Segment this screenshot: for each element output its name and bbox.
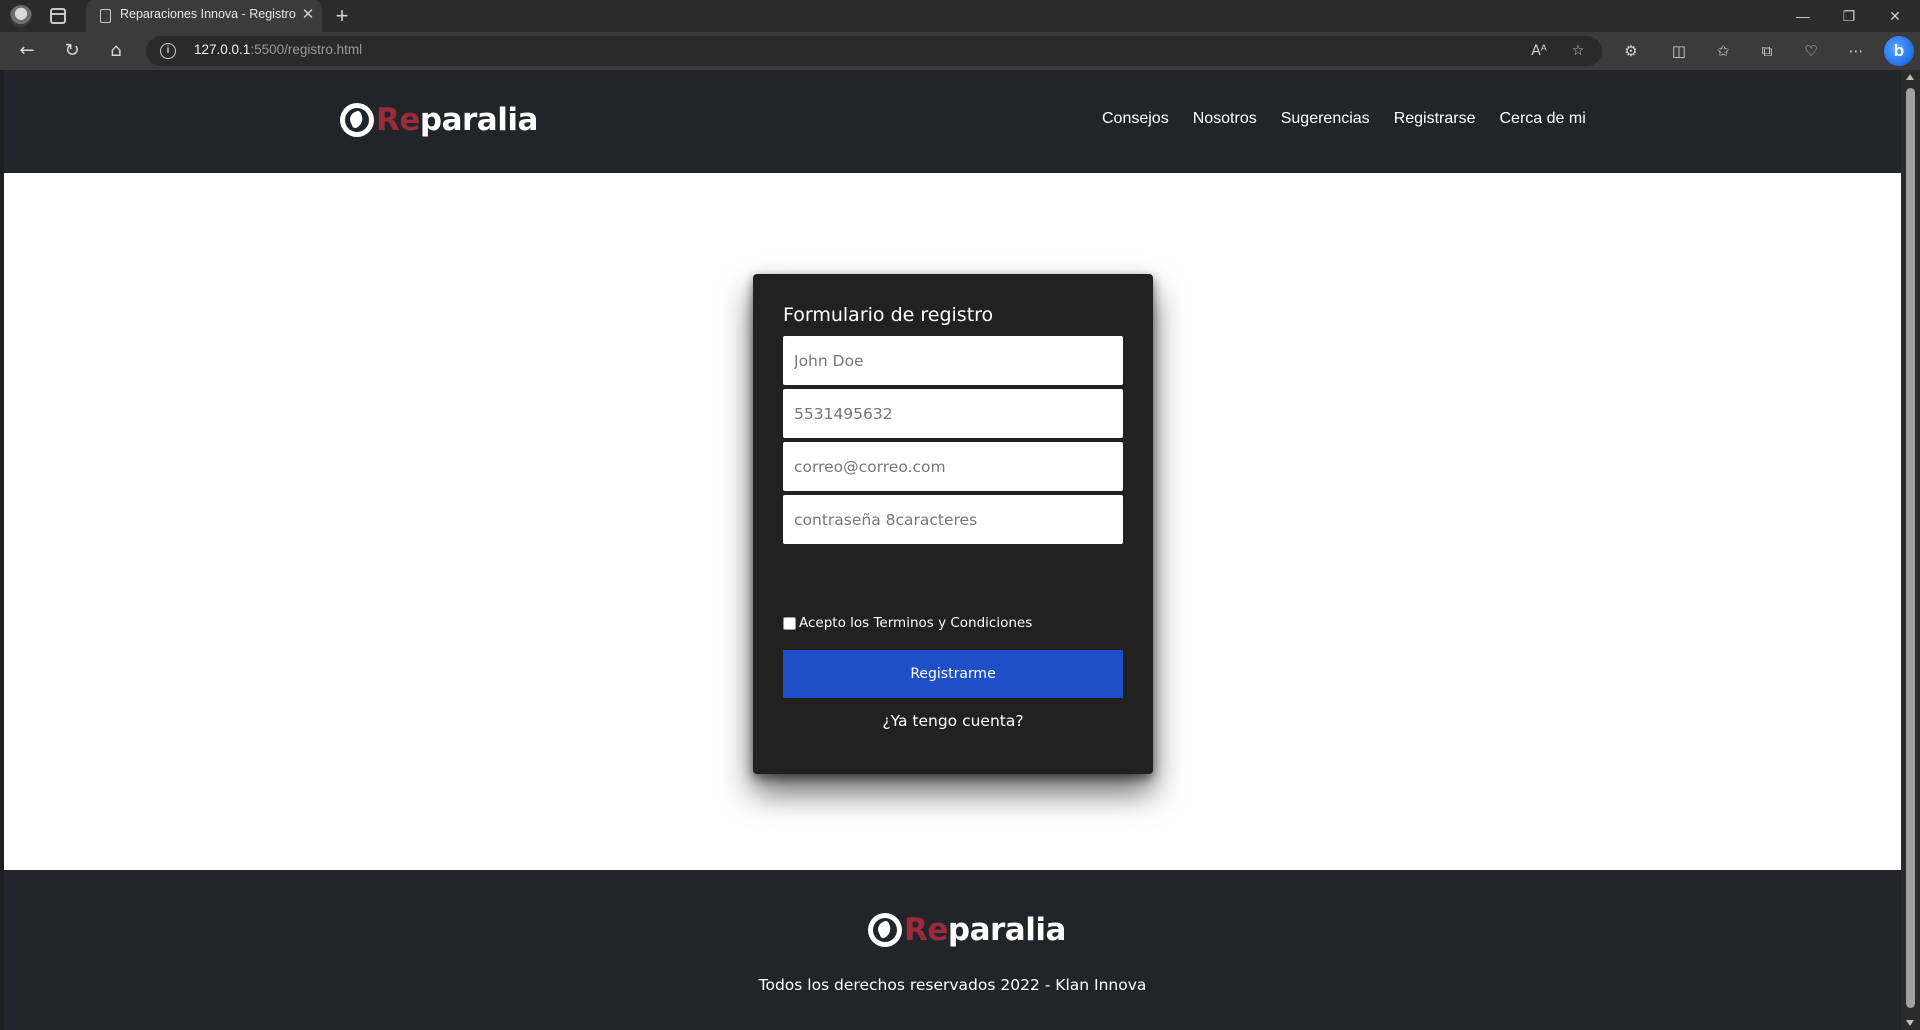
browser-essentials-icon[interactable]: ♡ <box>1800 40 1822 62</box>
restore-button[interactable]: ❐ <box>1826 0 1872 32</box>
minimize-button[interactable]: — <box>1780 0 1826 32</box>
split-screen-icon[interactable]: ◫ <box>1668 40 1690 62</box>
scroll-thumb[interactable] <box>1906 88 1915 1008</box>
refresh-icon[interactable]: ↻ <box>58 37 86 65</box>
email-input[interactable] <box>783 442 1123 491</box>
login-link[interactable]: ¿Ya tengo cuenta? <box>753 712 1153 730</box>
register-button[interactable]: Registrarme <box>783 650 1123 698</box>
scroll-down-icon[interactable] <box>1906 1020 1914 1026</box>
read-aloud-icon[interactable]: Aᴬ <box>1528 41 1550 61</box>
new-tab-button[interactable]: + <box>330 3 354 29</box>
tab-actions-icon[interactable] <box>50 8 66 24</box>
extensions-icon[interactable]: ⚙ <box>1620 40 1642 62</box>
collections-icon[interactable]: ⧉ <box>1756 40 1778 62</box>
profile-avatar[interactable] <box>10 5 32 27</box>
favorite-star-icon[interactable]: ☆ <box>1567 41 1589 61</box>
favorites-icon[interactable]: ✩ <box>1712 40 1734 62</box>
page-icon <box>100 9 111 23</box>
logo-text: Reparalia <box>376 102 538 138</box>
terms-row: Acepto los Terminos y Condiciones <box>783 615 1032 631</box>
page-viewport: Reparalia Consejos Nosotros Sugerencias … <box>4 70 1901 1030</box>
form-title: Formulario de registro <box>783 304 994 326</box>
terms-checkbox[interactable] <box>783 616 796 630</box>
url-text: 127.0.0.1:5500/registro.html <box>194 42 363 57</box>
password-input[interactable] <box>783 495 1123 544</box>
tab-close-icon[interactable]: ✕ <box>298 5 318 25</box>
phone-input[interactable] <box>783 389 1123 438</box>
address-bar[interactable]: i 127.0.0.1:5500/registro.html Aᴬ ☆ <box>146 36 1602 66</box>
footer-logo[interactable]: Reparalia <box>868 912 1066 948</box>
page-scrollbar[interactable] <box>1901 70 1920 1030</box>
site-footer: Reparalia Todos los derechos reservados … <box>4 870 1901 1030</box>
copyright-text: Todos los derechos reservados 2022 - Kla… <box>758 976 1147 994</box>
main-nav: Consejos Nosotros Sugerencias Registrars… <box>1102 110 1586 128</box>
nav-nosotros[interactable]: Nosotros <box>1193 110 1257 128</box>
logo-text: Reparalia <box>904 912 1066 948</box>
name-input[interactable] <box>783 336 1123 385</box>
terms-label[interactable]: Acepto los Terminos y Condiciones <box>799 615 1032 631</box>
bing-copilot-icon[interactable]: b <box>1884 36 1914 66</box>
tab-title: Reparaciones Innova - Registro <box>120 7 296 21</box>
header-logo[interactable]: Reparalia <box>340 102 538 138</box>
site-header: Reparalia Consejos Nosotros Sugerencias … <box>4 70 1901 173</box>
browser-tab-bar: Reparaciones Innova - Registro ✕ + — ❐ ✕ <box>0 0 1920 32</box>
browser-toolbar: ← ↻ ⌂ i 127.0.0.1:5500/registro.html Aᴬ … <box>0 32 1920 70</box>
nav-cerca-de-mi[interactable]: Cerca de mi <box>1500 110 1586 128</box>
nav-registrarse[interactable]: Registrarse <box>1394 110 1476 128</box>
home-icon[interactable]: ⌂ <box>102 37 130 65</box>
info-icon[interactable]: i <box>160 43 176 59</box>
nav-consejos[interactable]: Consejos <box>1102 110 1169 128</box>
back-icon[interactable]: ← <box>13 37 41 65</box>
scroll-up-icon[interactable] <box>1906 74 1914 80</box>
more-icon[interactable]: ⋯ <box>1845 40 1867 62</box>
logo-icon <box>868 913 902 947</box>
logo-icon <box>340 103 374 137</box>
close-window-button[interactable]: ✕ <box>1872 0 1918 32</box>
browser-tab[interactable]: Reparaciones Innova - Registro ✕ <box>86 0 322 32</box>
registration-form: Formulario de registro Acepto los Termin… <box>753 274 1153 774</box>
nav-sugerencias[interactable]: Sugerencias <box>1281 110 1370 128</box>
